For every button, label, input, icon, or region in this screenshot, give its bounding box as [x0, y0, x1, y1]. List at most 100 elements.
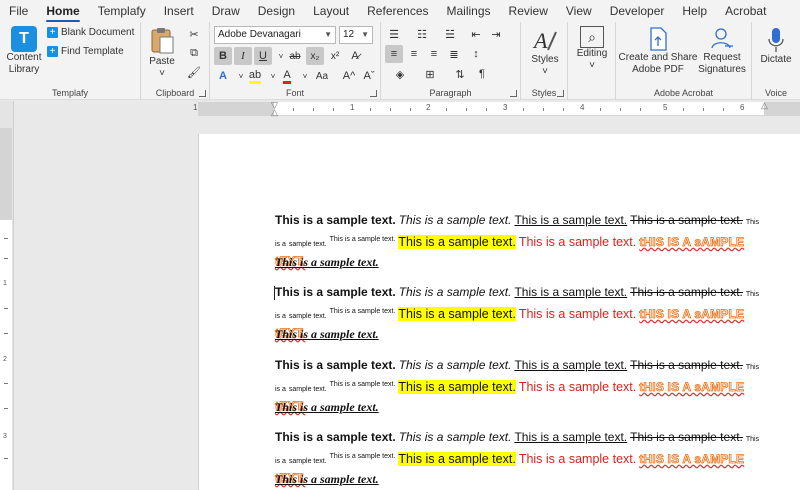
paragraph-launcher-icon[interactable] [510, 90, 517, 97]
decrease-indent-icon[interactable]: ⇤ [467, 25, 485, 43]
justify-icon[interactable]: ≣ [445, 45, 463, 63]
align-left-icon[interactable]: ≡ [385, 45, 403, 63]
strikethrough-button[interactable]: ab [286, 47, 304, 65]
create-share-pdf-button[interactable]: Create and Share Adobe PDF [619, 26, 697, 76]
sort-icon[interactable]: ⇅ [451, 65, 469, 83]
dictate-button[interactable]: Dictate [756, 26, 796, 66]
tab-file[interactable]: File [0, 0, 37, 22]
right-indent-marker-icon[interactable]: △ [761, 101, 768, 110]
align-center-icon[interactable]: ≡ [405, 45, 423, 63]
ruler-number: 1 [3, 280, 7, 287]
signature-icon [711, 28, 733, 49]
acrobat-group-label: Adobe Acrobat [653, 88, 714, 98]
highlighted-text: This is a sample text. [398, 235, 516, 249]
highlighted-text: This is a sample text. [398, 307, 516, 321]
document-page[interactable]: This is a sample text. This is a sample t… [198, 134, 800, 490]
cut-icon[interactable]: ✂ [185, 25, 203, 43]
text-effects-icon[interactable]: A [214, 67, 232, 85]
change-case-button[interactable]: Aa [310, 67, 334, 85]
blank-document-button[interactable]: + Blank Document [47, 27, 134, 38]
ruler-number: 2 [3, 356, 7, 363]
tab-insert[interactable]: Insert [155, 0, 203, 22]
strikethrough-text: This is a sample text. [630, 430, 743, 444]
font-launcher-icon[interactable] [370, 90, 377, 97]
tab-view[interactable]: View [557, 0, 601, 22]
ruler-tick [600, 108, 601, 111]
ruler-tick [293, 108, 294, 111]
horizontal-ruler[interactable]: 1 ▽ △ 1 2 3 4 5 6 △ [193, 101, 800, 117]
content-library-button[interactable]: T Content Library [4, 26, 44, 76]
bold-text: This is a sample text. [275, 285, 396, 299]
borders-icon[interactable]: ⊞ [421, 65, 439, 83]
multilevel-list-icon[interactable]: ☱ [441, 25, 459, 43]
clear-formatting-icon[interactable]: A̷ [346, 47, 364, 65]
bold-button[interactable]: B [214, 47, 232, 65]
find-template-label: Find Template [61, 46, 124, 57]
heading-text: This is a sample text. [275, 255, 379, 269]
indent-marker-icon[interactable]: ▽ △ [271, 101, 278, 117]
font-name-value: Adobe Devanagari [218, 29, 301, 40]
tab-mailings[interactable]: Mailings [438, 0, 500, 22]
tab-help[interactable]: Help [673, 0, 716, 22]
styles-button[interactable]: A Styles ˅ [526, 26, 564, 78]
shading-icon[interactable]: ◈ [391, 65, 409, 83]
paragraph-group: ☰ ☷ ☱ ⇤ ⇥ ≡ ≡ ≡ ≣ ↕ ◈ ⊞ ⇅ ¶ Paragraph [381, 22, 521, 100]
italic-button[interactable]: I [234, 47, 252, 65]
ruler-tick [4, 308, 8, 309]
chevron-down-icon: ˅ [542, 66, 548, 77]
find-template-button[interactable]: + Find Template [47, 46, 124, 57]
ruler-number: 4 [580, 103, 585, 112]
chevron-down-icon: ▼ [324, 30, 332, 39]
tab-acrobat[interactable]: Acrobat [716, 0, 775, 22]
font-size-combo[interactable]: 12 ▼ [339, 26, 373, 44]
tab-design[interactable]: Design [249, 0, 304, 22]
copy-icon[interactable]: ⧉ [185, 44, 203, 62]
grow-font-button[interactable]: A^ [340, 67, 358, 85]
increase-indent-icon[interactable]: ⇥ [487, 25, 505, 43]
tab-developer[interactable]: Developer [601, 0, 674, 22]
tab-draw[interactable]: Draw [203, 0, 249, 22]
tab-review[interactable]: Review [500, 0, 557, 22]
ruler-tick [703, 108, 704, 111]
paste-button[interactable]: Paste ˅ [145, 26, 179, 80]
tab-home[interactable]: Home [37, 0, 88, 22]
tab-references[interactable]: References [358, 0, 437, 22]
shrink-font-button[interactable]: Aˇ [360, 67, 378, 85]
underline-button[interactable]: U [254, 47, 272, 65]
numbering-icon[interactable]: ☷ [413, 25, 431, 43]
request-signatures-button[interactable]: Request Signatures [696, 26, 748, 76]
editing-button[interactable]: ⌕ Editing ˅ [573, 26, 611, 72]
ruler-number: 5 [663, 103, 668, 112]
chevron-down-icon: ˅ [589, 60, 595, 71]
bold-text: This is a sample text. [275, 213, 396, 227]
superscript-text: This is a sample text. [329, 308, 396, 315]
bullets-icon[interactable]: ☰ [385, 25, 403, 43]
vertical-ruler[interactable]: 1 2 3 [0, 128, 12, 490]
format-painter-icon[interactable]: 🖌 [185, 63, 203, 81]
ruler-tick [486, 108, 487, 111]
create-share-label-2: Adobe PDF [632, 64, 684, 75]
highlight-icon[interactable]: ab [246, 67, 264, 85]
ruler-tick [410, 108, 411, 111]
show-formatting-icon[interactable]: ¶ [473, 65, 491, 83]
ribbon: T Content Library + Blank Document + Fin… [0, 22, 800, 100]
italic-text: This is a sample text. [398, 213, 512, 227]
tab-templafy[interactable]: Templafy [89, 0, 155, 22]
superscript-button[interactable]: x² [326, 47, 344, 65]
content-library-label-2: Library [8, 64, 40, 75]
tab-layout[interactable]: Layout [304, 0, 358, 22]
paste-label: Paste [149, 56, 175, 67]
italic-text: This is a sample text. [398, 430, 512, 444]
align-right-icon[interactable]: ≡ [425, 45, 443, 63]
small-text-2: sample text. [288, 313, 327, 320]
styles-launcher-icon[interactable] [557, 90, 564, 97]
clipboard-launcher-icon[interactable] [199, 90, 206, 97]
highlighted-text: This is a sample text. [398, 380, 516, 394]
font-color-icon[interactable]: A [278, 67, 296, 85]
line-spacing-icon[interactable]: ↕ [467, 45, 485, 63]
ruler-tick [4, 258, 8, 259]
bold-text: This is a sample text. [275, 430, 396, 444]
font-name-combo[interactable]: Adobe Devanagari ▼ [214, 26, 336, 44]
ruler-number: 2 [426, 103, 431, 112]
subscript-button[interactable]: x₂ [306, 47, 324, 65]
